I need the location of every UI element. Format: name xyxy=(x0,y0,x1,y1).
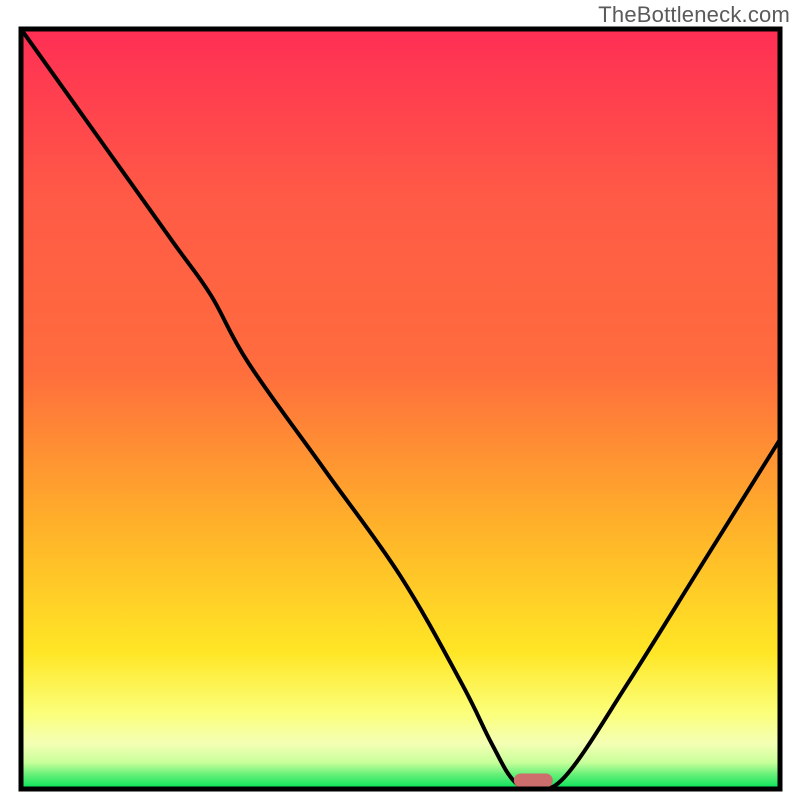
bottleneck-chart xyxy=(0,0,800,800)
gradient-background xyxy=(21,29,780,789)
chart-frame: TheBottleneck.com xyxy=(0,0,800,800)
plot-area xyxy=(21,29,780,790)
optimal-marker xyxy=(514,774,552,787)
watermark-text: TheBottleneck.com xyxy=(598,2,790,28)
